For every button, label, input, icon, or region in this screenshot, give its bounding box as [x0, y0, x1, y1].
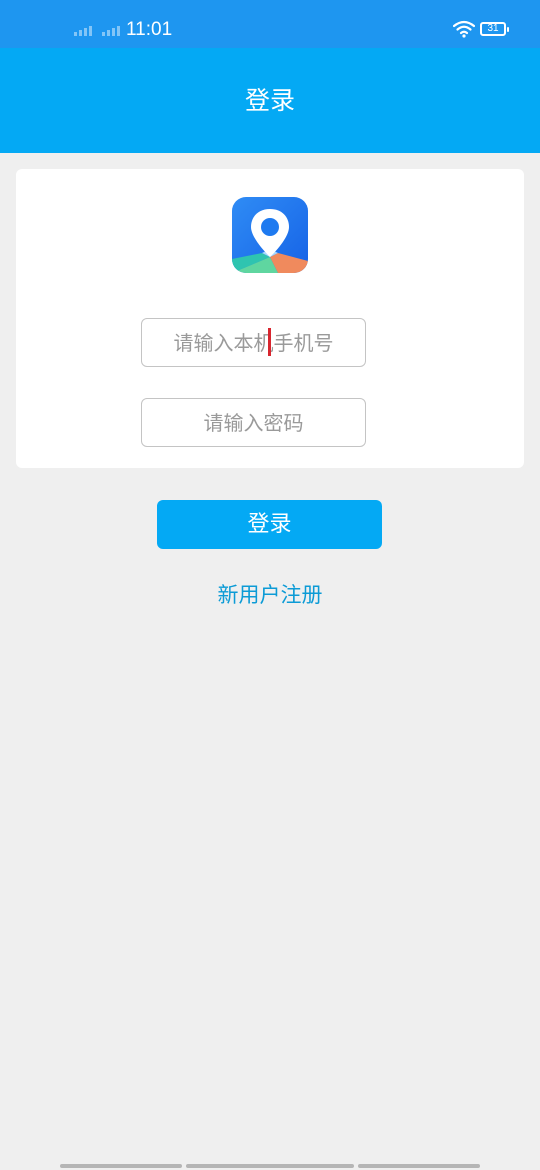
app-logo [232, 197, 308, 273]
status-time: 11:01 [126, 19, 173, 40]
page-title: 登录 [244, 86, 295, 115]
bottom-nav-indicator [60, 1164, 182, 1168]
signal-icon [102, 22, 122, 36]
signal-icon [74, 22, 94, 36]
wifi-icon [453, 20, 475, 38]
login-button[interactable]: 登录 [157, 500, 382, 549]
phone-input[interactable] [141, 318, 366, 367]
map-pin-logo-icon [232, 197, 308, 273]
app-header: 登录 [0, 48, 540, 153]
bottom-nav-indicator [358, 1164, 480, 1168]
text-cursor [268, 328, 271, 356]
register-link[interactable]: 新用户注册 [0, 580, 540, 610]
bottom-nav-indicator [186, 1164, 354, 1168]
battery-icon: 31 [480, 22, 509, 36]
password-input[interactable] [141, 398, 366, 447]
status-bar: 11:01 31 [0, 0, 540, 48]
